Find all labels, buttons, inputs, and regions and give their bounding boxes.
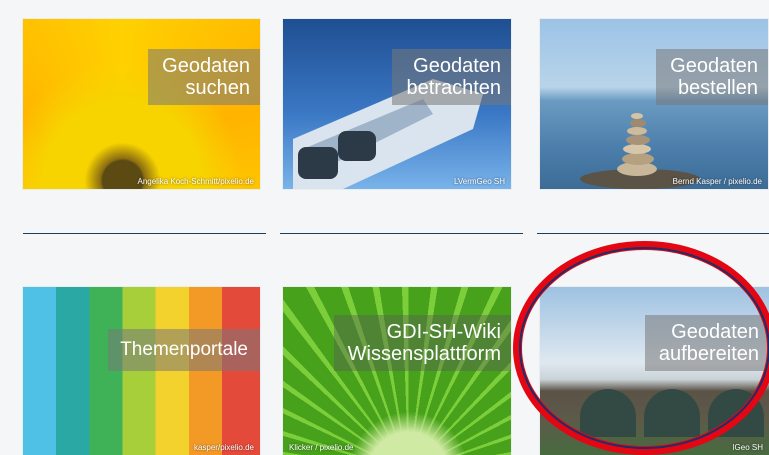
tile-label-line1: GDI-SH-Wiki (386, 321, 501, 343)
divider (23, 233, 266, 234)
photo-credit: Klicker / pixelio.de (289, 443, 354, 452)
bridge-arch (580, 389, 636, 437)
bridge-arch (708, 389, 764, 437)
tile-label-line1: Geodaten (671, 321, 759, 343)
tile-label: Geodaten bestellen (656, 49, 768, 105)
tile-label-line2: Wissensplattform (347, 343, 501, 365)
divider (537, 233, 769, 234)
tile-label-line1: Geodaten (670, 55, 758, 77)
tile-label-line2: aufbereiten (658, 343, 759, 365)
photo-credit: Angelika Koch-Schmitt/pixelio.de (137, 177, 254, 186)
tile-label-line2: suchen (185, 77, 251, 99)
photo-credit: Bernd Kasper / pixelio.de (672, 177, 762, 186)
tile-label-line2: bestellen (677, 77, 758, 99)
tile-label: Geodaten aufbereiten (644, 315, 769, 371)
tile-label: Geodaten suchen (148, 49, 260, 105)
tile-gdi-sh-wiki[interactable]: GDI-SH-Wiki Wissensplattform Klicker / p… (283, 287, 511, 455)
tile-geodaten-betrachten[interactable]: Geodaten betrachten LVermGeo SH (283, 19, 511, 189)
tile-geodaten-aufbereiten[interactable]: Geodaten aufbereiten lGeo SH (540, 287, 769, 455)
tile-geodaten-bestellen[interactable]: Geodaten bestellen Bernd Kasper / pixeli… (540, 19, 768, 189)
bridge-arch (644, 389, 700, 437)
tile-label: GDI-SH-Wiki Wissensplattform (333, 315, 511, 371)
photo-credit: LVermGeo SH (454, 177, 505, 186)
leaf-image (283, 287, 511, 455)
photo-credit: kasper/pixelio.de (193, 443, 254, 452)
divider (280, 233, 523, 234)
tile-label-line2: betrachten (406, 77, 501, 99)
tile-label-line1: Geodaten (162, 55, 250, 77)
tile-label-line1: Geodaten (413, 55, 501, 77)
tile-label: Geodaten betrachten (392, 49, 511, 105)
tile-label: Themenportale (108, 329, 260, 371)
photo-credit: lGeo SH (732, 443, 763, 452)
tile-themenportale[interactable]: Themenportale kasper/pixelio.de (23, 287, 260, 455)
tile-label-line1: Themenportale (120, 339, 248, 360)
tile-geodaten-suchen[interactable]: Geodaten suchen Angelika Koch-Schmitt/pi… (23, 19, 260, 189)
pencils-image (23, 287, 260, 455)
